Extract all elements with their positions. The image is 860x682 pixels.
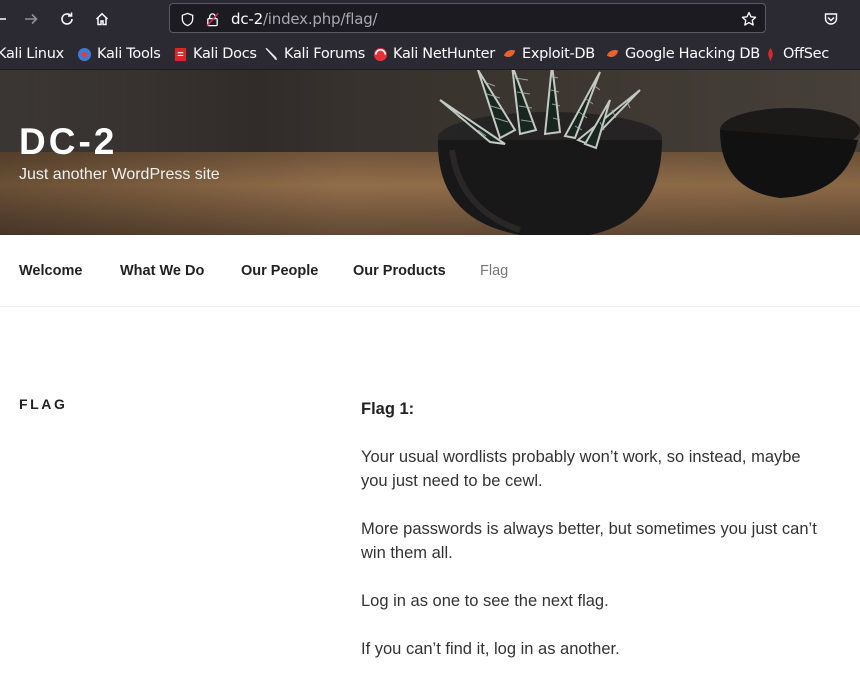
flag-title: Flag 1:	[361, 400, 415, 418]
browser-toolbar: dc-2/index.php/flag/	[0, 0, 860, 37]
bookmark-label: OffSec	[783, 46, 829, 62]
bookmark-offsec[interactable]: OffSec	[763, 45, 829, 63]
entry-paragraph: Log in as one to see the next flag.	[361, 592, 609, 610]
bookmark-google-hacking-db[interactable]: Google Hacking DB	[605, 45, 760, 63]
url-path: /index.php/flag/	[262, 10, 378, 28]
bookmark-label: Kali Linux	[0, 46, 64, 62]
tracking-shield-icon[interactable]	[178, 10, 196, 28]
bookmark-exploit-db[interactable]: Exploit-DB	[502, 45, 595, 63]
page-title: FLAG	[19, 396, 68, 412]
kali-docs-icon	[173, 47, 188, 62]
entry-paragraph: If you can’t find it, log in as another.	[361, 640, 620, 658]
site-description: Just another WordPress site	[19, 166, 220, 183]
bookmark-kali-docs[interactable]: Kali Docs	[173, 45, 257, 63]
bookmark-label: Kali Docs	[193, 46, 257, 62]
insecure-lock-icon[interactable]	[203, 10, 221, 28]
bookmark-star-icon[interactable]	[740, 10, 758, 28]
address-bar[interactable]: dc-2/index.php/flag/	[169, 3, 766, 33]
bookmarks-toolbar: Kali Linux Kali Tools Kali Docs Kali For…	[0, 37, 860, 70]
nav-item-flag[interactable]: Flag	[480, 263, 508, 279]
exploit-db-icon	[502, 47, 517, 62]
bookmark-label: Exploit-DB	[522, 46, 595, 62]
site-navigation: Welcome What We Do Our People Our Produc…	[0, 235, 860, 307]
url-text[interactable]: dc-2/index.php/flag/	[231, 10, 378, 28]
nav-item-our-products[interactable]: Our Products	[353, 263, 446, 279]
reload-icon[interactable]	[55, 7, 79, 31]
bookmark-kali-forums[interactable]: Kali Forums	[264, 45, 365, 63]
bookmark-label: Kali Tools	[97, 46, 161, 62]
kali-tools-icon	[77, 47, 92, 62]
bookmark-label: Kali NetHunter	[393, 46, 495, 62]
nav-item-our-people[interactable]: Our People	[241, 263, 318, 279]
pocket-icon[interactable]	[819, 7, 843, 31]
entry-paragraph: Your usual wordlists probably won’t work…	[361, 448, 801, 490]
bookmark-label: Kali Forums	[284, 46, 366, 62]
back-icon[interactable]	[0, 7, 12, 31]
nav-item-welcome[interactable]: Welcome	[19, 263, 82, 279]
ghdb-icon	[605, 47, 620, 62]
entry-content: Flag 1: Your usual wordlists probably wo…	[361, 397, 831, 682]
nav-item-what-we-do[interactable]: What We Do	[120, 263, 204, 279]
forward-icon[interactable]	[19, 7, 43, 31]
url-host: dc-2	[231, 10, 263, 28]
bookmark-label: Google Hacking DB	[625, 46, 760, 62]
kali-nethunter-icon	[373, 47, 388, 62]
home-icon[interactable]	[90, 7, 114, 31]
site-title[interactable]: DC-2	[19, 121, 117, 163]
offsec-icon	[763, 47, 778, 62]
bookmark-kali-tools[interactable]: Kali Tools	[77, 45, 161, 63]
entry-paragraph: More passwords is always better, but som…	[361, 520, 817, 562]
kali-forums-icon	[264, 47, 279, 62]
bookmark-kali-nethunter[interactable]: Kali NetHunter	[373, 45, 495, 63]
site-header-image: DC-2 Just another WordPress site	[0, 70, 860, 235]
bookmark-kali-linux[interactable]: Kali Linux	[0, 45, 64, 63]
